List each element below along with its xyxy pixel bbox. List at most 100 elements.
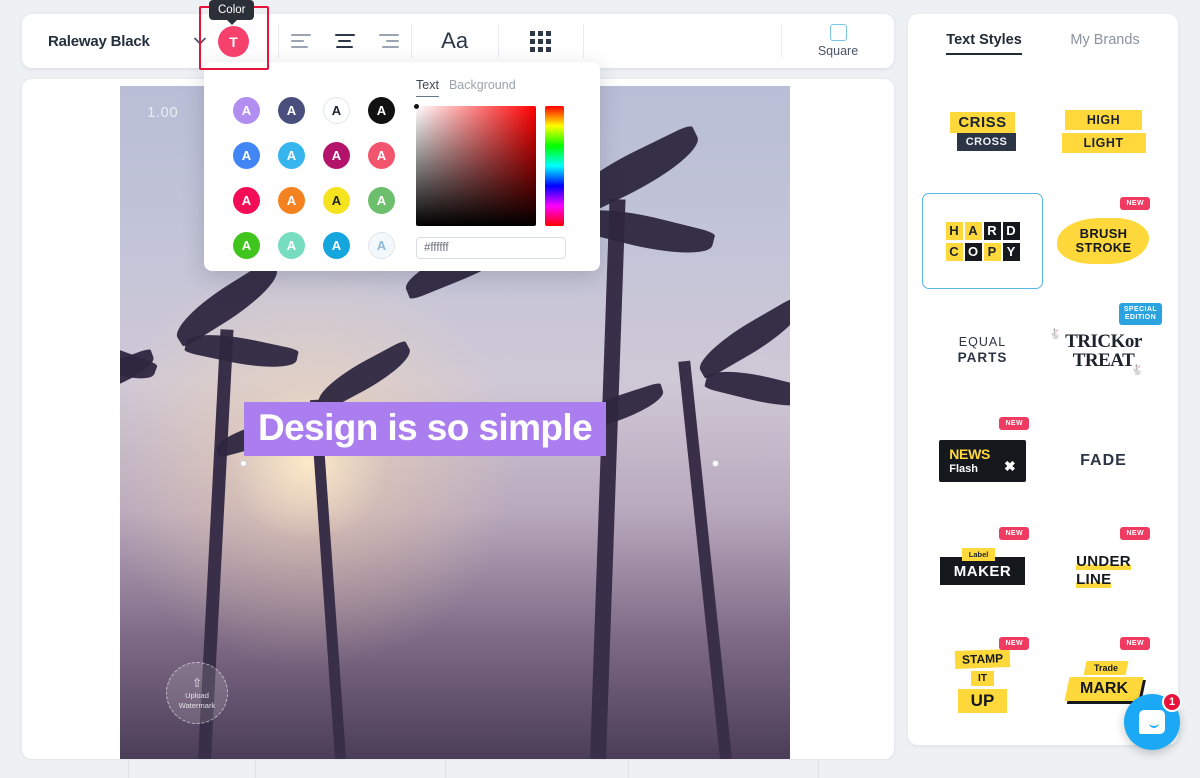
color-swatch-10[interactable]: A bbox=[314, 178, 359, 223]
chat-unread-badge: 1 bbox=[1162, 692, 1182, 712]
text-size-button[interactable]: Aa bbox=[412, 14, 498, 68]
color-swatch-4[interactable]: A bbox=[224, 133, 269, 178]
tab-background[interactable]: Background bbox=[449, 78, 516, 97]
color-swatch-13[interactable]: A bbox=[269, 223, 314, 268]
swatch-dot: A bbox=[368, 232, 395, 259]
criss-line-1: CRISS bbox=[950, 111, 1015, 133]
tab-text[interactable]: Text bbox=[416, 78, 439, 97]
badge-special-edition: SPECIAL EDITION bbox=[1118, 303, 1162, 326]
style-news-flash[interactable]: NEW NEWS Flash ✖ bbox=[922, 413, 1043, 509]
swatch-dot: A bbox=[368, 142, 395, 169]
style-stamp-it-up[interactable]: NEW STAMP IT UP bbox=[922, 633, 1043, 729]
selection-handle-left[interactable] bbox=[240, 460, 247, 467]
hex-input[interactable]: #ffffff bbox=[416, 237, 566, 259]
watermark-line-1: Upload bbox=[185, 690, 209, 700]
toolbar-divider-4 bbox=[582, 24, 584, 58]
color-swatch-6[interactable]: A bbox=[314, 133, 359, 178]
grid-button[interactable] bbox=[499, 14, 583, 68]
color-swatch-grid: AAAAAAAAAAAAAAAA bbox=[224, 88, 404, 259]
align-center-icon bbox=[334, 34, 355, 48]
text-color-button[interactable]: T bbox=[218, 26, 249, 57]
high-line-1: HIGH bbox=[1064, 109, 1143, 130]
badge-new: NEW bbox=[999, 637, 1029, 650]
chat-launcher-button[interactable]: 1 bbox=[1124, 692, 1182, 750]
stamp-it-up-preview: STAMP IT UP bbox=[954, 648, 1011, 713]
color-picker-popover: AAAAAAAAAAAAAAAA Text Background #ffffff bbox=[204, 62, 600, 271]
trade-line-1: Trade bbox=[1083, 661, 1129, 675]
align-center-button[interactable] bbox=[323, 14, 367, 68]
font-name-label[interactable]: Raleway Black bbox=[22, 33, 150, 50]
swatch-dot: A bbox=[323, 142, 350, 169]
stamp-line-2: IT bbox=[971, 670, 994, 686]
custom-color-picker: Text Background #ffffff bbox=[413, 78, 586, 259]
upload-watermark-button[interactable]: ⇧ Upload Watermark bbox=[166, 662, 228, 724]
style-criss-cross[interactable]: CRISS CROSS bbox=[922, 83, 1043, 179]
app-root: Raleway Black Aa Square Color T A A A A … bbox=[0, 0, 1200, 778]
bat-icon-2: 🐇 bbox=[1131, 364, 1144, 376]
style-equal-parts[interactable]: EQUAL PARTS bbox=[922, 303, 1043, 399]
style-fade[interactable]: FADE bbox=[1043, 413, 1164, 509]
high-line-2: LIGHT bbox=[1061, 132, 1146, 153]
picker-body bbox=[413, 103, 586, 226]
align-left-button[interactable] bbox=[279, 14, 323, 68]
equal-line-2: PARTS bbox=[957, 350, 1008, 366]
under-line-preview: UNDER LINE bbox=[1076, 552, 1131, 590]
fade-preview: FADE bbox=[1080, 452, 1127, 469]
bat-icon-1: 🐇 bbox=[1049, 328, 1062, 340]
swatch-dot: A bbox=[278, 142, 305, 169]
style-brush-stroke[interactable]: NEW BRUSH STROKE bbox=[1043, 193, 1164, 289]
trick-line-2: TREAT bbox=[1072, 349, 1135, 371]
color-swatch-11[interactable]: A bbox=[359, 178, 404, 223]
brush-line-1: BRUSH bbox=[1079, 226, 1128, 242]
color-swatch-1[interactable]: A bbox=[269, 88, 314, 133]
panel-tabs: Text Styles My Brands bbox=[922, 32, 1164, 55]
swatch-dot: A bbox=[323, 97, 350, 124]
color-swatch-3[interactable]: A bbox=[359, 88, 404, 133]
swatch-dot: A bbox=[278, 97, 305, 124]
style-hard-copy[interactable]: HARD COPY bbox=[922, 193, 1043, 289]
style-label-maker[interactable]: NEW Label MAKER bbox=[922, 523, 1043, 619]
color-swatch-14[interactable]: A bbox=[314, 223, 359, 268]
criss-line-2: CROSS bbox=[956, 132, 1017, 151]
trade-mark-preview: Trade MARK bbox=[1063, 661, 1144, 701]
swatch-dot: A bbox=[323, 232, 350, 259]
shape-square-button[interactable]: Square bbox=[782, 14, 894, 68]
style-high-light[interactable]: HIGH LIGHT bbox=[1043, 83, 1164, 179]
align-right-button[interactable] bbox=[367, 14, 411, 68]
swatch-dot: A bbox=[278, 232, 305, 259]
color-swatch-5[interactable]: A bbox=[269, 133, 314, 178]
canvas-headline-text[interactable]: Design is so simple bbox=[244, 402, 607, 456]
color-swatch-7[interactable]: A bbox=[359, 133, 404, 178]
color-swatch-9[interactable]: A bbox=[269, 178, 314, 223]
equal-line-1: EQUAL bbox=[958, 334, 1007, 349]
zoom-level-indicator: 1.00 bbox=[147, 104, 179, 121]
color-swatch-0[interactable]: A bbox=[224, 88, 269, 133]
brush-stroke-preview: BRUSH STROKE bbox=[1057, 218, 1150, 264]
tab-my-brands[interactable]: My Brands bbox=[1070, 32, 1139, 55]
color-swatch-12[interactable]: A bbox=[224, 223, 269, 268]
text-styles-grid: CRISS CROSS HIGH LIGHT HARD COPY NEW BRU… bbox=[922, 83, 1164, 729]
color-swatch-8[interactable]: A bbox=[224, 178, 269, 223]
saturation-value-area[interactable] bbox=[413, 103, 536, 226]
style-under-line[interactable]: NEW UNDER LINE bbox=[1043, 523, 1164, 619]
styles-panel: Text Styles My Brands CRISS CROSS HIGH L… bbox=[908, 14, 1178, 745]
badge-new: NEW bbox=[1120, 527, 1150, 540]
under-line-1: UNDER bbox=[1076, 552, 1131, 570]
style-trick-or-treat[interactable]: SPECIAL EDITION 🐇 🐇 TRICKor TREAT bbox=[1043, 303, 1164, 399]
hue-slider[interactable] bbox=[545, 106, 564, 226]
selection-handle-right[interactable] bbox=[712, 460, 719, 467]
headline-label: Design is so simple bbox=[258, 407, 593, 448]
color-swatch-2[interactable]: A bbox=[314, 88, 359, 133]
alignment-group bbox=[279, 14, 411, 68]
upload-arrow-icon: ⇧ bbox=[191, 675, 203, 690]
align-left-icon bbox=[290, 34, 311, 48]
news-line-1: NEWS bbox=[949, 446, 991, 463]
hard-copy-preview: HARD COPY bbox=[945, 221, 1020, 261]
tab-text-styles[interactable]: Text Styles bbox=[946, 32, 1022, 55]
chevron-down-icon[interactable] bbox=[192, 33, 208, 49]
badge-new: NEW bbox=[999, 527, 1029, 540]
color-swatch-15[interactable]: A bbox=[359, 223, 404, 268]
saturation-handle[interactable] bbox=[413, 103, 420, 110]
color-tooltip: Color bbox=[209, 0, 255, 25]
stamp-line-1: STAMP bbox=[954, 648, 1011, 669]
